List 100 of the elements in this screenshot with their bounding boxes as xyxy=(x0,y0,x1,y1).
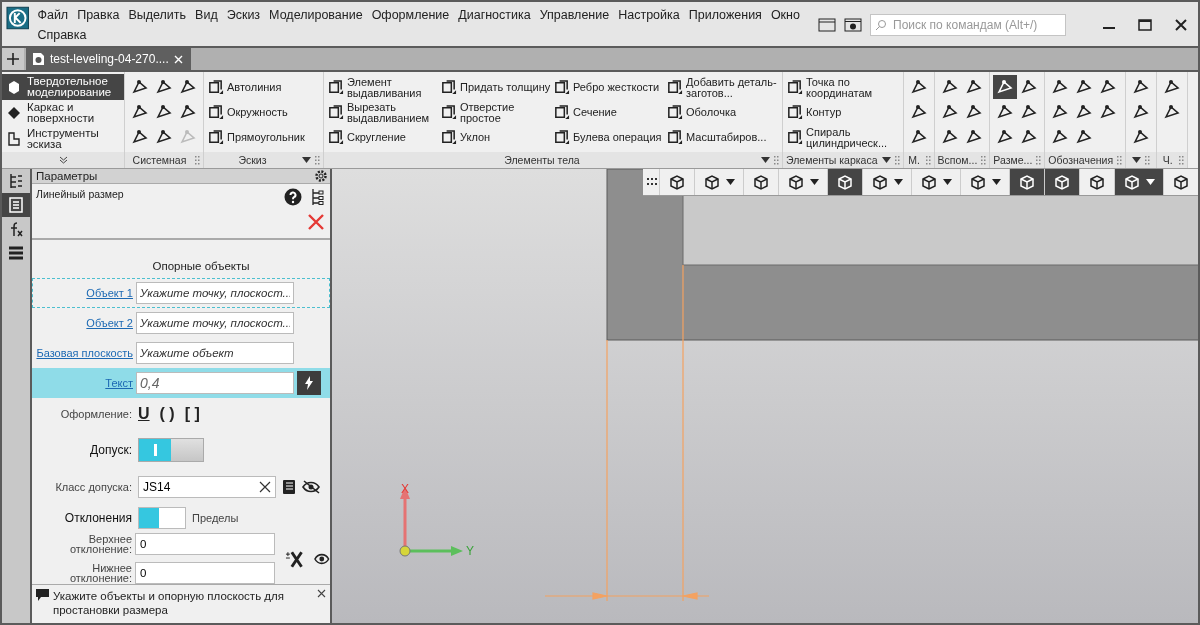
limits-option[interactable]: Пределы xyxy=(192,511,239,524)
style-button[interactable]: U xyxy=(138,404,150,423)
tool-label[interactable]: Скругление xyxy=(347,132,406,143)
menu-item[interactable]: Правка xyxy=(77,8,120,22)
tool-label[interactable]: Контур xyxy=(806,107,842,118)
menu-item[interactable]: Моделирование xyxy=(269,8,363,22)
tool-button[interactable] xyxy=(993,75,1018,99)
tool-icon[interactable] xyxy=(440,79,457,96)
tool-label[interactable]: Булева операция xyxy=(573,132,662,143)
hidden-eye-icon[interactable] xyxy=(302,479,320,494)
tool-icon[interactable] xyxy=(553,104,570,121)
tool-icon[interactable] xyxy=(666,79,683,96)
menu-item[interactable]: Справка xyxy=(37,28,87,42)
tool-icon[interactable] xyxy=(440,129,457,146)
maximize-icon[interactable] xyxy=(1138,18,1152,32)
style-button[interactable]: ( ) xyxy=(159,404,175,423)
tool-icon[interactable] xyxy=(786,79,803,96)
tool-label[interactable]: Элемент выдавливания xyxy=(347,77,440,98)
tool-label[interactable]: Вырезать выдавливанием xyxy=(347,102,440,123)
search-field[interactable]: Поиск по командам (Alt+/) xyxy=(870,14,1066,36)
view-tool-button[interactable] xyxy=(827,169,862,195)
cancel-icon[interactable] xyxy=(308,214,324,231)
help-icon[interactable] xyxy=(284,188,302,207)
object-field[interactable]: Укажите объект xyxy=(136,342,294,365)
expand-icon[interactable] xyxy=(58,156,68,164)
grip-icon[interactable] xyxy=(195,155,200,165)
object-link[interactable]: Объект 1 xyxy=(33,287,133,300)
document-tab[interactable]: test-leveling-04-270.... xyxy=(26,48,191,70)
book-icon[interactable] xyxy=(282,478,296,495)
menu-item[interactable]: Приложения xyxy=(688,8,762,22)
menu-item[interactable]: Файл xyxy=(37,8,69,22)
tool-label[interactable]: Окружность xyxy=(227,107,288,118)
mode-item[interactable]: Твердотельное моделирование xyxy=(2,74,124,100)
grip-icon[interactable] xyxy=(981,155,987,165)
tool-label[interactable]: Масштабиров... xyxy=(686,132,767,143)
grip-icon[interactable] xyxy=(647,178,659,186)
tool-label[interactable]: Сечение xyxy=(573,107,617,118)
parameter-row[interactable]: Базовая плоскость Укажите объект xyxy=(32,338,330,369)
tool-label[interactable]: Оболочка xyxy=(686,107,737,118)
tool-label[interactable]: Автолиния xyxy=(227,82,282,93)
parameter-row[interactable]: Текст 0,4 xyxy=(32,368,330,399)
close-icon[interactable] xyxy=(1174,18,1188,32)
grip-icon[interactable] xyxy=(1036,155,1042,165)
grip-icon[interactable] xyxy=(315,155,320,165)
dropdown-caret-icon[interactable] xyxy=(1132,157,1142,163)
tool-label[interactable]: Прямоугольник xyxy=(227,132,305,143)
tool-label[interactable]: Отверстие простое xyxy=(460,102,553,123)
grip-icon[interactable] xyxy=(1145,155,1151,165)
menu-item[interactable]: Настройка xyxy=(618,8,680,22)
tool-label[interactable]: Спираль цилиндрическ... xyxy=(806,127,899,148)
menu-item[interactable]: Эскиз xyxy=(226,8,261,22)
tree-icon[interactable] xyxy=(310,188,324,207)
menu-item[interactable]: Управление xyxy=(539,8,610,22)
tool-icon[interactable] xyxy=(440,104,457,121)
tool-icon[interactable] xyxy=(786,104,803,121)
tool-icon[interactable] xyxy=(207,104,224,121)
tool-label[interactable]: Ребро жесткости xyxy=(573,82,660,93)
style-button[interactable]: [ ] xyxy=(184,404,200,423)
view-tool-button[interactable] xyxy=(1044,169,1079,195)
grip-icon[interactable] xyxy=(1179,155,1185,165)
menu-item[interactable]: Оформление xyxy=(371,8,450,22)
object-link[interactable]: Базовая плоскость xyxy=(33,347,133,360)
grip-icon[interactable] xyxy=(1117,155,1123,165)
tool-icon[interactable] xyxy=(327,104,344,121)
new-tab-button[interactable] xyxy=(2,48,24,70)
eye-icon[interactable] xyxy=(314,552,330,565)
settings-icon[interactable] xyxy=(314,169,328,184)
tool-label[interactable]: Точка по координатам xyxy=(806,77,899,98)
grip-icon[interactable] xyxy=(925,155,931,165)
tolerance-class-field[interactable]: JS14 xyxy=(138,475,276,498)
clear-icon[interactable] xyxy=(259,480,271,493)
lower-deviation-field[interactable]: 0 xyxy=(135,562,275,585)
tool-icon[interactable] xyxy=(786,129,803,146)
parameter-row[interactable]: Объект 1 Укажите точку, плоскост... xyxy=(32,278,330,309)
dropdown-caret-icon[interactable] xyxy=(302,157,311,163)
tool-icon[interactable] xyxy=(327,79,344,96)
tool-label[interactable]: Уклон xyxy=(460,132,491,143)
object-field[interactable]: Укажите точку, плоскост... xyxy=(136,312,294,335)
deviation-option[interactable]: Отклонения xyxy=(32,510,132,525)
close-icon[interactable] xyxy=(317,589,326,599)
dropdown-caret-icon[interactable] xyxy=(881,157,891,163)
menu-item[interactable]: Выделить xyxy=(128,8,187,22)
grip-icon[interactable] xyxy=(894,155,900,165)
tool-label[interactable]: Добавить деталь-заготов... xyxy=(686,77,779,98)
grip-icon[interactable] xyxy=(774,155,779,165)
object-link[interactable]: Объект 2 xyxy=(33,317,133,330)
menu-item[interactable]: Вид xyxy=(195,8,218,22)
tool-icon[interactable] xyxy=(553,79,570,96)
parameter-row[interactable]: Объект 2 Укажите точку, плоскост... xyxy=(32,308,330,339)
tool-icon[interactable] xyxy=(666,104,683,121)
tool-icon[interactable] xyxy=(666,129,683,146)
tool-icon[interactable] xyxy=(207,79,224,96)
tool-label[interactable]: Придать толщину xyxy=(460,82,551,93)
lightning-button[interactable] xyxy=(297,371,321,396)
window-icon[interactable] xyxy=(818,18,836,32)
dropdown-caret-icon[interactable] xyxy=(761,157,770,163)
upper-deviation-field[interactable]: 0 xyxy=(135,533,275,556)
mode-item[interactable]: Инструменты эскиза xyxy=(2,126,124,152)
menu-item[interactable]: Диагностика xyxy=(458,8,531,22)
tool-icon[interactable] xyxy=(327,129,344,146)
